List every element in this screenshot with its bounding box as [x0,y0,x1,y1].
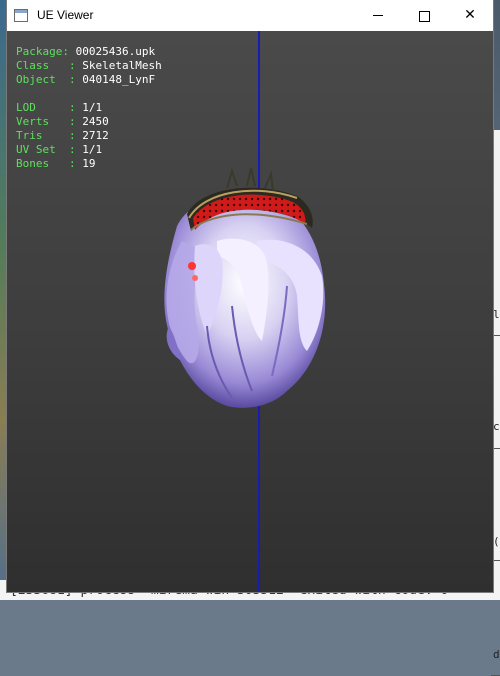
minimize-icon [373,15,383,16]
close-icon: ✕ [464,7,476,23]
info-value: 19 [82,157,96,170]
info-label: Bones : [16,157,83,170]
hair-mesh-model [164,167,326,408]
app-icon [14,9,28,22]
background-glyph: ( [493,535,500,548]
info-value: 040148_LynF [82,73,156,86]
info-package: Package: 00025436.upk [16,45,162,59]
minimize-button[interactable] [355,0,401,31]
window-title: UE Viewer [37,8,94,22]
maximize-icon [419,11,430,22]
info-object: Object : 040148_LynF [16,73,162,87]
desktop-wallpaper-strip [0,0,7,600]
info-verts: Verts : 2450 [16,115,162,129]
info-label: LOD : [16,101,83,114]
title-bar[interactable]: UE Viewer ✕ [7,0,493,31]
background-glyph: c [493,420,500,433]
3d-viewport[interactable]: Package: 00025436.upk Class : SkeletalMe… [7,31,493,592]
info-tris: Tris : 2712 [16,129,162,143]
info-label: UV Set : [16,143,83,156]
close-button[interactable]: ✕ [447,0,493,31]
info-label: Verts : [16,115,83,128]
info-bones: Bones : 19 [16,157,162,171]
info-value: 2450 [82,115,109,128]
ue-viewer-window[interactable]: UE Viewer ✕ Package: 00025436.upk Class … [7,0,493,592]
info-class: Class : SkeletalMesh [16,59,162,73]
mesh-info-panel: Package: 00025436.upk Class : SkeletalMe… [16,45,162,171]
info-label: Class : [16,59,83,72]
info-value: 1/1 [82,101,103,114]
info-value: SkeletalMesh [82,59,162,72]
info-label: Package: [16,45,76,58]
info-label: Object : [16,73,83,86]
info-uvset: UV Set : 1/1 [16,143,162,157]
background-glyph: l [493,308,500,321]
maximize-button[interactable] [401,0,447,31]
background-glyph: d [493,648,500,661]
info-label: Tris : [16,129,83,142]
info-value: 1/1 [82,143,103,156]
info-lod: LOD : 1/1 [16,101,162,115]
info-value: 2712 [82,129,109,142]
info-value: 00025436.upk [75,45,156,58]
